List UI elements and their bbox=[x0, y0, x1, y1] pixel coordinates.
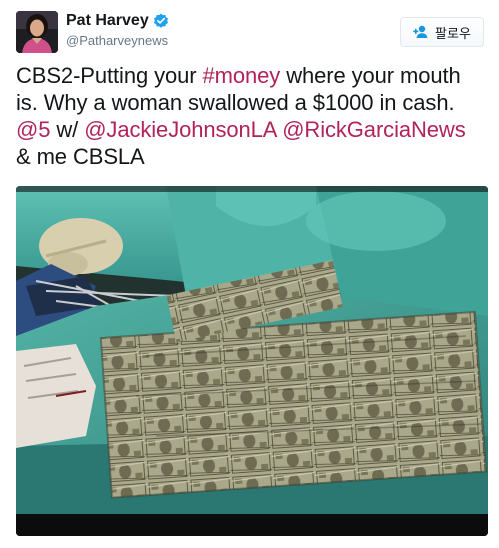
author-handle[interactable]: @Patharveynews bbox=[66, 33, 168, 48]
tweet-text: CBS2-Putting your #money where your mout… bbox=[16, 62, 486, 170]
hashtag-link[interactable]: #money bbox=[203, 63, 281, 88]
media-bottom-bar bbox=[16, 514, 488, 536]
mention-link[interactable]: @JackieJohnsonLA bbox=[84, 117, 276, 142]
avatar[interactable] bbox=[16, 11, 58, 53]
surgery-money-photo bbox=[16, 186, 488, 536]
mention-link[interactable]: @5 bbox=[16, 117, 50, 142]
follow-button-label: 팔로우 bbox=[435, 25, 471, 41]
follow-button[interactable]: 팔로우 bbox=[400, 17, 484, 47]
mention-link[interactable]: @RickGarciaNews bbox=[282, 117, 466, 142]
add-user-icon bbox=[413, 25, 428, 38]
profile-photo-icon bbox=[16, 11, 58, 53]
tweet-text-segment: w/ bbox=[50, 117, 85, 142]
tweet-photo[interactable] bbox=[16, 186, 488, 536]
verified-badge-icon bbox=[153, 13, 168, 28]
tweet-card: Pat Harvey @Patharveynews 팔로우 CBS2-Putti… bbox=[0, 0, 499, 548]
author-name-row[interactable]: Pat Harvey bbox=[66, 12, 169, 30]
tweet-text-segment: CBS2-Putting your bbox=[16, 63, 203, 88]
author-name[interactable]: Pat Harvey bbox=[66, 12, 149, 30]
tweet-text-segment: & me CBSLA bbox=[16, 144, 145, 169]
